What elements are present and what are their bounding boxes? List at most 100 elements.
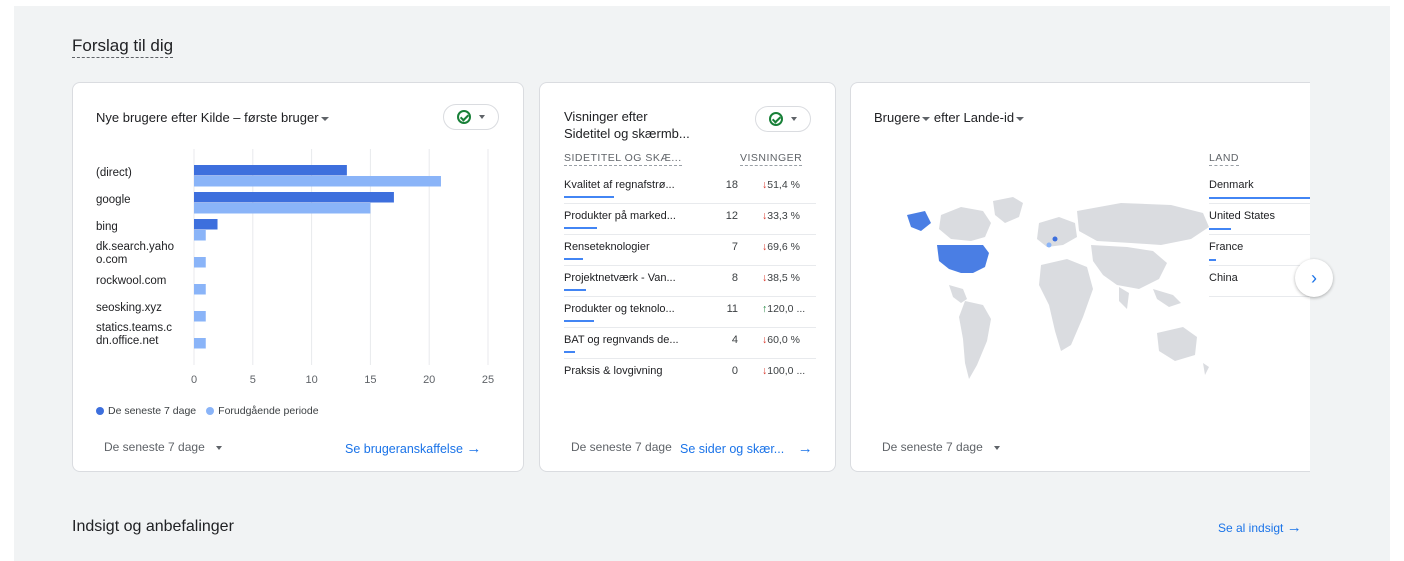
insights-title: Indsigt og anbefalinger [72,518,234,535]
column-header-views[interactable]: VISNINGER [740,152,803,166]
country-bar [1209,228,1231,230]
row-bar [564,227,597,229]
row-page-title: Produkter og teknolo... [564,303,675,315]
category-label: (direct) [96,166,132,179]
category-label: rockwool.com [96,274,167,287]
row-views-value: 8 [731,272,738,284]
row-bar [564,351,575,353]
section-title: Forslag til dig [72,36,174,58]
date-range-dropdown[interactable]: De seneste 7 dage [571,440,672,454]
card-users-by-country: Brugere efter Lande-id LAND Denmark Unit… [850,82,1310,472]
category-label: statics.teams.c dn.office.net [96,322,173,347]
row-change-value: 120,0 ... [767,303,806,315]
row-page-title: Praksis & lovgivning [564,365,663,377]
chevron-down-icon [1016,116,1025,121]
country-bar [1209,197,1310,199]
bar [194,311,206,322]
row-views-value: 4 [731,334,738,346]
x-tick-label: 0 [191,374,197,386]
row-page-title: Kvalitet af regnafstrø... [564,179,675,191]
row-divider [564,203,816,204]
category-label: seosking.xyz [96,301,162,314]
card-new-users-by-source: Nye brugere efter Kilde – første bruger … [72,82,524,472]
country-row[interactable]: United States [1209,210,1275,222]
row-bar [564,320,594,322]
row-change-value: 100,0 ... [767,365,806,377]
bar [194,230,206,241]
bar [194,165,347,176]
country-row[interactable]: Denmark [1209,179,1254,191]
row-page-title: Renseteknologier [564,241,650,253]
row-change: ↓60,0 % [762,334,800,346]
row-bar [564,258,583,260]
row-page-title: BAT og regnvands de... [564,334,679,346]
chevron-right-icon: › [1311,267,1317,288]
row-change: ↓69,6 % [762,241,800,253]
card-title[interactable]: Brugere efter Lande-id [874,109,1025,126]
country-row[interactable]: China [1209,272,1238,284]
table-row[interactable]: Projektnetværk - Van... 8 ↓38,5 % [564,268,816,299]
world-map [907,197,1209,379]
arrow-right-icon: → [466,440,482,457]
x-tick-label: 20 [423,374,435,386]
row-views-value: 0 [731,365,738,377]
chevron-down-icon [216,445,223,450]
table-row[interactable]: Renseteknologier 7 ↓69,6 % [564,237,816,268]
row-change: ↓33,3 % [762,210,800,222]
row-change-value: 38,5 % [767,272,800,284]
table-row[interactable]: Praksis & lovgivning 0 ↓100,0 ... [564,361,816,392]
row-divider [564,358,816,359]
x-tick-label: 25 [482,374,494,386]
card-views-by-page-title: Visninger efter Sidetitel og skærmb... S… [539,82,836,472]
country-divider [1209,234,1310,235]
country-row[interactable]: France [1209,241,1243,253]
user-acquisition-link[interactable]: Se brugeranskaffelse → [345,440,481,457]
column-header-country[interactable]: LAND [1209,152,1240,166]
next-card-button[interactable]: › [1295,259,1333,297]
row-bar [564,196,614,198]
table-row[interactable]: BAT og regnvands de... 4 ↓60,0 % [564,330,816,361]
row-change: ↓51,4 % [762,179,800,191]
bar [194,284,206,295]
x-tick-label: 10 [305,374,317,386]
bar [194,219,218,230]
row-bar [564,289,586,291]
table-row[interactable]: Produkter på marked... 12 ↓33,3 % [564,206,816,237]
row-change-value: 60,0 % [767,334,800,346]
row-change-value: 33,3 % [767,210,800,222]
row-views-value: 7 [731,241,738,253]
bar [194,192,394,203]
all-insights-link[interactable]: Se al indsigt → [1218,519,1302,536]
check-circle-icon [769,112,783,126]
pages-screens-link[interactable]: Se sider og skær... → [680,440,813,457]
row-divider [564,296,816,297]
x-tick-label: 5 [250,374,256,386]
row-views-value: 18 [725,179,738,191]
bar [194,176,441,187]
row-page-title: Projektnetværk - Van... [564,272,676,284]
row-change: ↓38,5 % [762,272,800,284]
legend-label-previous: Forudgående periode [218,405,319,417]
row-divider [564,265,816,266]
category-label: bing [96,220,118,233]
card-title[interactable]: Visninger efter Sidetitel og skærmb... [564,108,690,142]
table-row[interactable]: Produkter og teknolo... 11 ↑120,0 ... [564,299,816,330]
row-change: ↓100,0 ... [762,365,805,377]
row-change: ↑120,0 ... [762,303,805,315]
bar [194,203,371,214]
table-row[interactable]: Kvalitet af regnafstrø... 18 ↓51,4 % [564,175,816,206]
row-change-value: 69,6 % [767,241,800,253]
country-divider [1209,203,1310,204]
chevron-down-icon [791,117,797,121]
row-divider [564,327,816,328]
category-label: google [96,193,131,206]
country-divider [1209,296,1310,297]
page-table: Kvalitet af regnafstrø... 18 ↓51,4 % Produk… [564,175,816,395]
bar [194,257,206,268]
compare-toggle-button[interactable] [755,106,811,132]
date-range-dropdown[interactable]: De seneste 7 dage [104,440,223,454]
legend-label-current: De seneste 7 dage [108,405,197,417]
date-range-dropdown[interactable]: De seneste 7 dage [882,440,1001,454]
column-header-page-title[interactable]: SIDETITEL OG SKÆ... [564,152,682,166]
category-label: dk.search.yaho o.com [96,241,174,266]
